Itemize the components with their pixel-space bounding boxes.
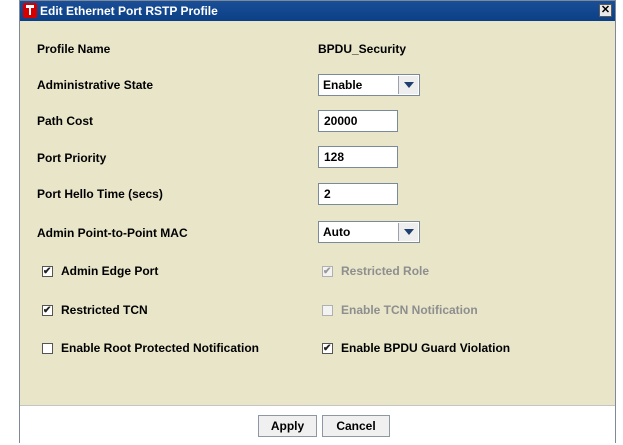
root-protected-notification-label: Enable Root Protected Notification [61,341,260,355]
hello-time-value: 2 [324,187,331,201]
port-priority-label: Port Priority [37,151,107,165]
restricted-tcn-checkbox[interactable]: Restricted TCN [42,302,148,319]
checkbox-checked-icon[interactable] [42,303,53,319]
checkbox-unchecked-icon [322,304,333,316]
dialog-window: Edit Ethernet Port RSTP Profile ✕ Profil… [19,0,616,443]
enable-tcn-notification-label: Enable TCN Notification [341,303,478,317]
checkbox-checked-icon[interactable] [42,264,53,280]
dropdown-arrow-icon[interactable] [398,223,418,241]
port-priority-input[interactable]: 128 [318,146,398,168]
profile-name-label: Profile Name [37,42,111,56]
p2p-mac-label: Admin Point-to-Point MAC [37,226,188,240]
close-button[interactable]: ✕ [599,4,612,17]
app-logo-icon [23,3,37,18]
bpdu-guard-violation-checkbox[interactable]: Enable BPDU Guard Violation [322,340,511,357]
bpdu-guard-violation-label: Enable BPDU Guard Violation [341,341,511,355]
checkbox-checked-icon[interactable] [322,341,333,357]
profile-name-value: BPDU_Security [318,42,407,56]
hello-time-label: Port Hello Time (secs) [37,187,163,201]
admin-edge-port-checkbox[interactable]: Admin Edge Port [42,263,159,280]
restricted-tcn-label: Restricted TCN [61,303,148,317]
root-protected-notification-checkbox[interactable]: Enable Root Protected Notification [42,340,259,356]
path-cost-value: 20000 [324,114,358,128]
apply-button[interactable]: Apply [258,415,317,437]
admin-state-select[interactable]: Enable [318,74,420,96]
admin-state-label: Administrative State [37,78,154,92]
path-cost-input[interactable]: 20000 [318,110,398,132]
enable-tcn-notification-checkbox: Enable TCN Notification [322,302,478,318]
checkbox-checked-icon [322,264,333,280]
p2p-mac-value: Auto [323,225,351,239]
admin-state-value: Enable [323,78,363,92]
restricted-role-label: Restricted Role [341,264,430,278]
port-priority-value: 128 [324,150,345,164]
p2p-mac-select[interactable]: Auto [318,221,420,243]
admin-edge-port-label: Admin Edge Port [61,264,159,278]
path-cost-label: Path Cost [37,114,94,128]
cancel-button[interactable]: Cancel [322,415,390,437]
hello-time-input[interactable]: 2 [318,183,398,205]
restricted-role-checkbox: Restricted Role [322,263,430,280]
window-title: Edit Ethernet Port RSTP Profile [40,4,218,18]
checkbox-unchecked-icon[interactable] [42,342,53,354]
button-bar: Apply Cancel [20,405,615,443]
close-icon: ✕ [600,4,611,16]
dropdown-arrow-icon[interactable] [398,76,418,94]
title-bar[interactable]: Edit Ethernet Port RSTP Profile ✕ [20,1,615,21]
